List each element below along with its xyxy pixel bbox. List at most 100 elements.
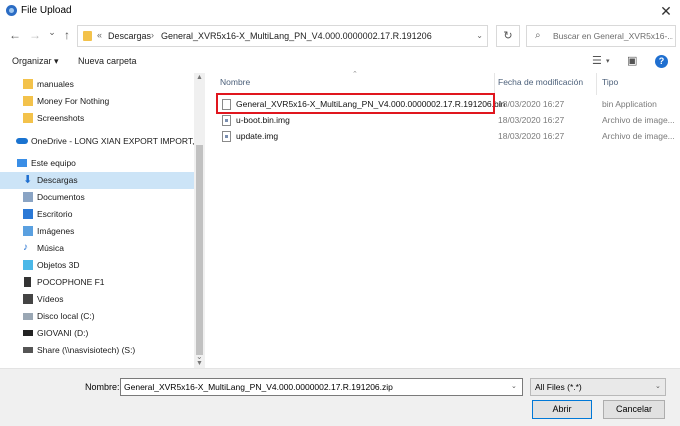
- sidebar-item-label: POCOPHONE F1: [37, 277, 105, 287]
- onedrive-icon: [16, 138, 28, 144]
- sidebar-item-label: Descargas: [37, 175, 78, 185]
- app-icon: [6, 5, 17, 16]
- organize-button[interactable]: Organizar ▾: [12, 56, 59, 67]
- sidebar-item-label: Escritorio: [37, 209, 73, 219]
- image-file-icon: [222, 115, 231, 126]
- sidebar-item-label: Vídeos: [37, 294, 64, 304]
- up-arrow-icon[interactable]: ↑: [60, 28, 74, 42]
- folder-icon: [83, 31, 92, 41]
- scroll-down-chevron-icon[interactable]: ⌄: [196, 352, 203, 361]
- file-date: 18/03/2020 16:27: [498, 115, 565, 125]
- file-list: ⌃ Nombre Fecha de modificación Tipo Gene…: [206, 71, 680, 368]
- sidebar-item-documentos[interactable]: Documentos: [0, 189, 194, 206]
- overflow-chevron-icon[interactable]: «: [97, 30, 102, 40]
- computer-icon: [17, 159, 27, 167]
- sidebar-item-label: Objetos 3D: [37, 260, 80, 270]
- music-icon: ♪: [23, 242, 28, 253]
- cancel-button[interactable]: Cancelar: [603, 400, 665, 419]
- view-options-icon[interactable]: ☰: [592, 54, 602, 67]
- sidebar-item-imagenes[interactable]: Imágenes: [0, 223, 194, 240]
- sort-ascending-icon: ⌃: [352, 71, 358, 78]
- new-folder-button[interactable]: Nueva carpeta: [78, 56, 137, 66]
- sidebar-item-screenshots[interactable]: Screenshots: [0, 110, 194, 127]
- sidebar-item-disco-local-c[interactable]: Disco local (C:): [0, 308, 194, 325]
- column-header-type[interactable]: Tipo: [602, 77, 618, 87]
- file-row[interactable]: update.img 18/03/2020 16:27 Archivo de i…: [214, 129, 680, 144]
- desktop-icon: [23, 209, 33, 219]
- file-date: 18/03/2020 16:27: [498, 99, 565, 109]
- sidebar-item-label: Música: [37, 243, 64, 253]
- window-title: File Upload: [21, 5, 72, 16]
- sidebar-item-pocophone[interactable]: POCOPHONE F1: [0, 274, 194, 291]
- documents-icon: [23, 192, 33, 202]
- breadcrumb-descargas[interactable]: Descargas: [108, 31, 151, 41]
- sidebar-item-escritorio[interactable]: Escritorio: [0, 206, 194, 223]
- view-dropdown-chevron-icon[interactable]: ▾: [606, 57, 610, 65]
- sidebar-item-giovani-d[interactable]: GIOVANI (D:): [0, 325, 194, 342]
- sidebar-item-label: Disco local (C:): [37, 311, 95, 321]
- address-row: ← → ⌄ ↑ « Descargas › General_XVR5x16-X_…: [0, 22, 680, 50]
- sidebar-item-musica[interactable]: ♪ Música: [0, 240, 194, 257]
- column-divider[interactable]: [494, 73, 495, 95]
- navigation-pane: manuales Money For Nothing Screenshots O…: [0, 73, 205, 368]
- sidebar-item-onedrive[interactable]: OneDrive - LONG XIAN EXPORT IMPORT, SI: [0, 133, 205, 150]
- file-name: u-boot.bin.img: [236, 115, 290, 125]
- column-divider[interactable]: [596, 73, 597, 95]
- scroll-down-icon[interactable]: ▼: [196, 360, 203, 367]
- scroll-thumb[interactable]: [196, 145, 203, 355]
- sidebar-item-label: manuales: [37, 79, 74, 89]
- sidebar-item-label: Screenshots: [37, 113, 85, 123]
- forward-arrow-icon[interactable]: →: [28, 28, 42, 42]
- file-type: Archivo de image...: [602, 131, 675, 141]
- filter-dropdown-chevron-icon[interactable]: ⌄: [655, 382, 661, 390]
- drive-icon: [23, 313, 33, 320]
- column-header-date[interactable]: Fecha de modificación: [498, 77, 583, 87]
- sidebar-item-videos[interactable]: Vídeos: [0, 291, 194, 308]
- open-button[interactable]: Abrir: [532, 400, 592, 419]
- folder-icon: [23, 79, 33, 89]
- objects-3d-icon: [23, 260, 33, 270]
- sidebar-item-label: Este equipo: [31, 158, 76, 168]
- recent-locations-chevron-icon[interactable]: ⌄: [45, 25, 59, 39]
- sidebar-item-descargas[interactable]: ⬇ Descargas: [0, 172, 194, 189]
- downloads-icon: ⬇: [23, 174, 33, 186]
- close-icon[interactable]: ✕: [656, 2, 676, 20]
- folder-icon: [23, 96, 33, 106]
- toolbar: Organizar ▾ Nueva carpeta ☰ ▾ ▣ ?: [0, 52, 680, 72]
- folder-icon: [23, 113, 33, 123]
- file-list-hscroll[interactable]: ⌄: [196, 352, 680, 364]
- search-placeholder: Buscar en General_XVR5x16-...: [553, 31, 673, 41]
- file-type: bin Application: [602, 99, 657, 109]
- image-file-icon: [222, 131, 231, 142]
- preview-pane-icon[interactable]: ▣: [627, 54, 637, 67]
- sidebar-item-share-s[interactable]: Share (\\nasvisiotech) (S:): [0, 342, 194, 359]
- drive-icon: [23, 330, 33, 336]
- network-drive-icon: [23, 347, 33, 353]
- search-icon: ⌕: [535, 30, 541, 41]
- pictures-icon: [23, 226, 33, 236]
- refresh-icon[interactable]: ↻: [496, 25, 520, 47]
- sidebar-item-money-for-nothing[interactable]: Money For Nothing: [0, 93, 194, 110]
- breadcrumb-current-folder[interactable]: General_XVR5x16-X_MultiLang_PN_V4.000.00…: [161, 31, 432, 41]
- sidebar-item-objetos-3d[interactable]: Objetos 3D: [0, 257, 194, 274]
- help-icon[interactable]: ?: [655, 55, 668, 68]
- filename-dropdown-chevron-icon[interactable]: ⌄: [511, 382, 517, 390]
- file-type: Archivo de image...: [602, 115, 675, 125]
- videos-icon: [23, 294, 33, 304]
- search-input[interactable]: ⌕ Buscar en General_XVR5x16-...: [526, 25, 676, 47]
- title-bar: File Upload ✕: [0, 0, 680, 22]
- sidebar-item-manuales[interactable]: manuales: [0, 76, 194, 93]
- file-name: update.img: [236, 131, 279, 141]
- filename-input[interactable]: General_XVR5x16-X_MultiLang_PN_V4.000.00…: [120, 378, 523, 396]
- chevron-down-icon[interactable]: ⌄: [476, 31, 483, 40]
- column-header-name[interactable]: Nombre: [220, 77, 250, 87]
- address-bar[interactable]: « Descargas › General_XVR5x16-X_MultiLan…: [77, 25, 488, 47]
- nav-scrollbar[interactable]: ▲ ▼: [194, 73, 205, 368]
- file-type-filter-select[interactable]: All Files (*.*): [530, 378, 666, 396]
- sidebar-item-label: Money For Nothing: [37, 96, 110, 106]
- file-row[interactable]: u-boot.bin.img 18/03/2020 16:27 Archivo …: [214, 113, 680, 128]
- scroll-up-icon[interactable]: ▲: [196, 74, 203, 81]
- sidebar-item-este-equipo[interactable]: Este equipo: [0, 155, 194, 172]
- back-arrow-icon[interactable]: ←: [8, 28, 22, 42]
- filename-label: Nombre:: [85, 382, 120, 392]
